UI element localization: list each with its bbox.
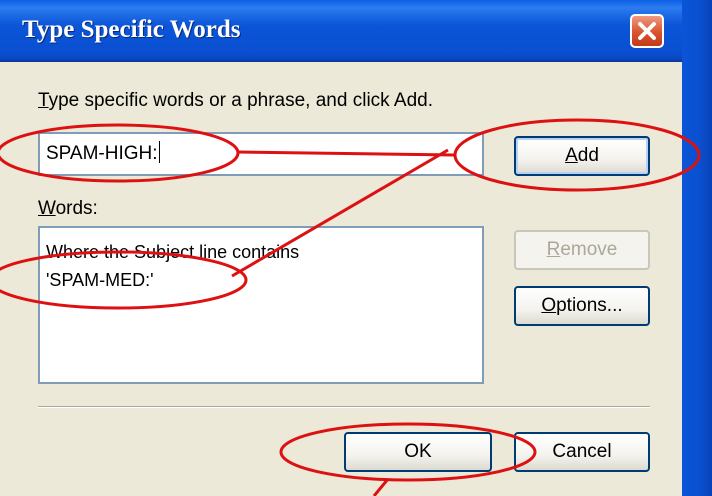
cancel-button[interactable]: Cancel <box>514 432 650 472</box>
list-item[interactable]: 'SPAM-MED:' <box>46 266 482 294</box>
words-label: Words: <box>38 198 98 219</box>
ok-button[interactable]: OK <box>344 432 492 472</box>
close-icon <box>638 22 656 40</box>
annotation-line-ok <box>372 478 390 496</box>
dialog-title: Type Specific Words <box>22 16 241 43</box>
word-input[interactable]: SPAM-HIGH: <box>38 132 484 176</box>
remove-button: Remove <box>514 230 650 270</box>
add-button[interactable]: Add <box>514 136 650 176</box>
instruction-label: Type specific words or a phrase, and cli… <box>38 90 433 111</box>
type-specific-words-dialog: Type Specific Words Type specific words … <box>0 0 712 496</box>
window-border <box>682 0 712 496</box>
options-button[interactable]: Options... <box>514 286 650 326</box>
separator <box>38 406 650 408</box>
title-bar[interactable]: Type Specific Words <box>0 0 712 62</box>
text-caret <box>158 141 160 163</box>
words-list[interactable]: Where the Subject line contains 'SPAM-ME… <box>38 226 484 384</box>
close-button[interactable] <box>630 14 664 48</box>
list-item[interactable]: Where the Subject line contains <box>46 238 482 266</box>
